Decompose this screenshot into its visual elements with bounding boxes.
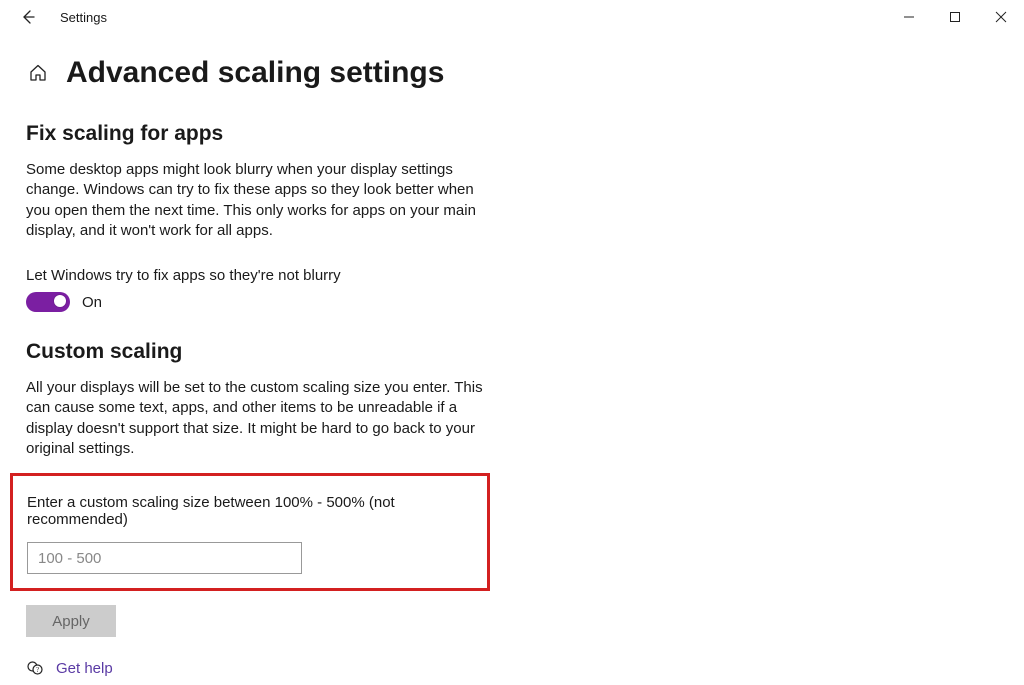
minimize-icon: [903, 11, 915, 23]
app-name: Settings: [60, 10, 107, 25]
custom-scaling-description: All your displays will be set to the cus…: [26, 378, 494, 459]
help-icon: ?: [26, 659, 44, 677]
page-title: Advanced scaling settings: [66, 56, 444, 90]
home-icon: [28, 63, 48, 83]
svg-text:?: ?: [36, 666, 39, 674]
custom-scaling-input-label: Enter a custom scaling size between 100%…: [27, 494, 473, 528]
apply-button[interactable]: Apply: [26, 605, 116, 637]
content: Fix scaling for apps Some desktop apps m…: [0, 98, 520, 677]
blurry-fix-toggle-label: Let Windows try to fix apps so they're n…: [26, 267, 494, 284]
back-button[interactable]: [18, 7, 38, 27]
arrow-left-icon: [20, 9, 36, 25]
custom-scaling-highlight: Enter a custom scaling size between 100%…: [10, 473, 490, 591]
maximize-icon: [949, 11, 961, 23]
close-button[interactable]: [978, 2, 1024, 32]
custom-scaling-input[interactable]: [27, 542, 302, 574]
minimize-button[interactable]: [886, 2, 932, 32]
close-icon: [995, 11, 1007, 23]
window-controls: [886, 2, 1024, 32]
home-button[interactable]: [28, 63, 48, 83]
titlebar: Settings: [0, 0, 1024, 34]
toggle-knob: [54, 295, 66, 307]
page-header: Advanced scaling settings: [0, 34, 1024, 98]
fix-scaling-description: Some desktop apps might look blurry when…: [26, 160, 494, 241]
section-title-fix-scaling: Fix scaling for apps: [26, 122, 494, 146]
section-title-custom-scaling: Custom scaling: [26, 340, 494, 364]
blurry-fix-toggle[interactable]: [26, 292, 70, 312]
blurry-fix-toggle-state: On: [82, 294, 102, 311]
get-help-link[interactable]: Get help: [56, 660, 113, 677]
maximize-button[interactable]: [932, 2, 978, 32]
